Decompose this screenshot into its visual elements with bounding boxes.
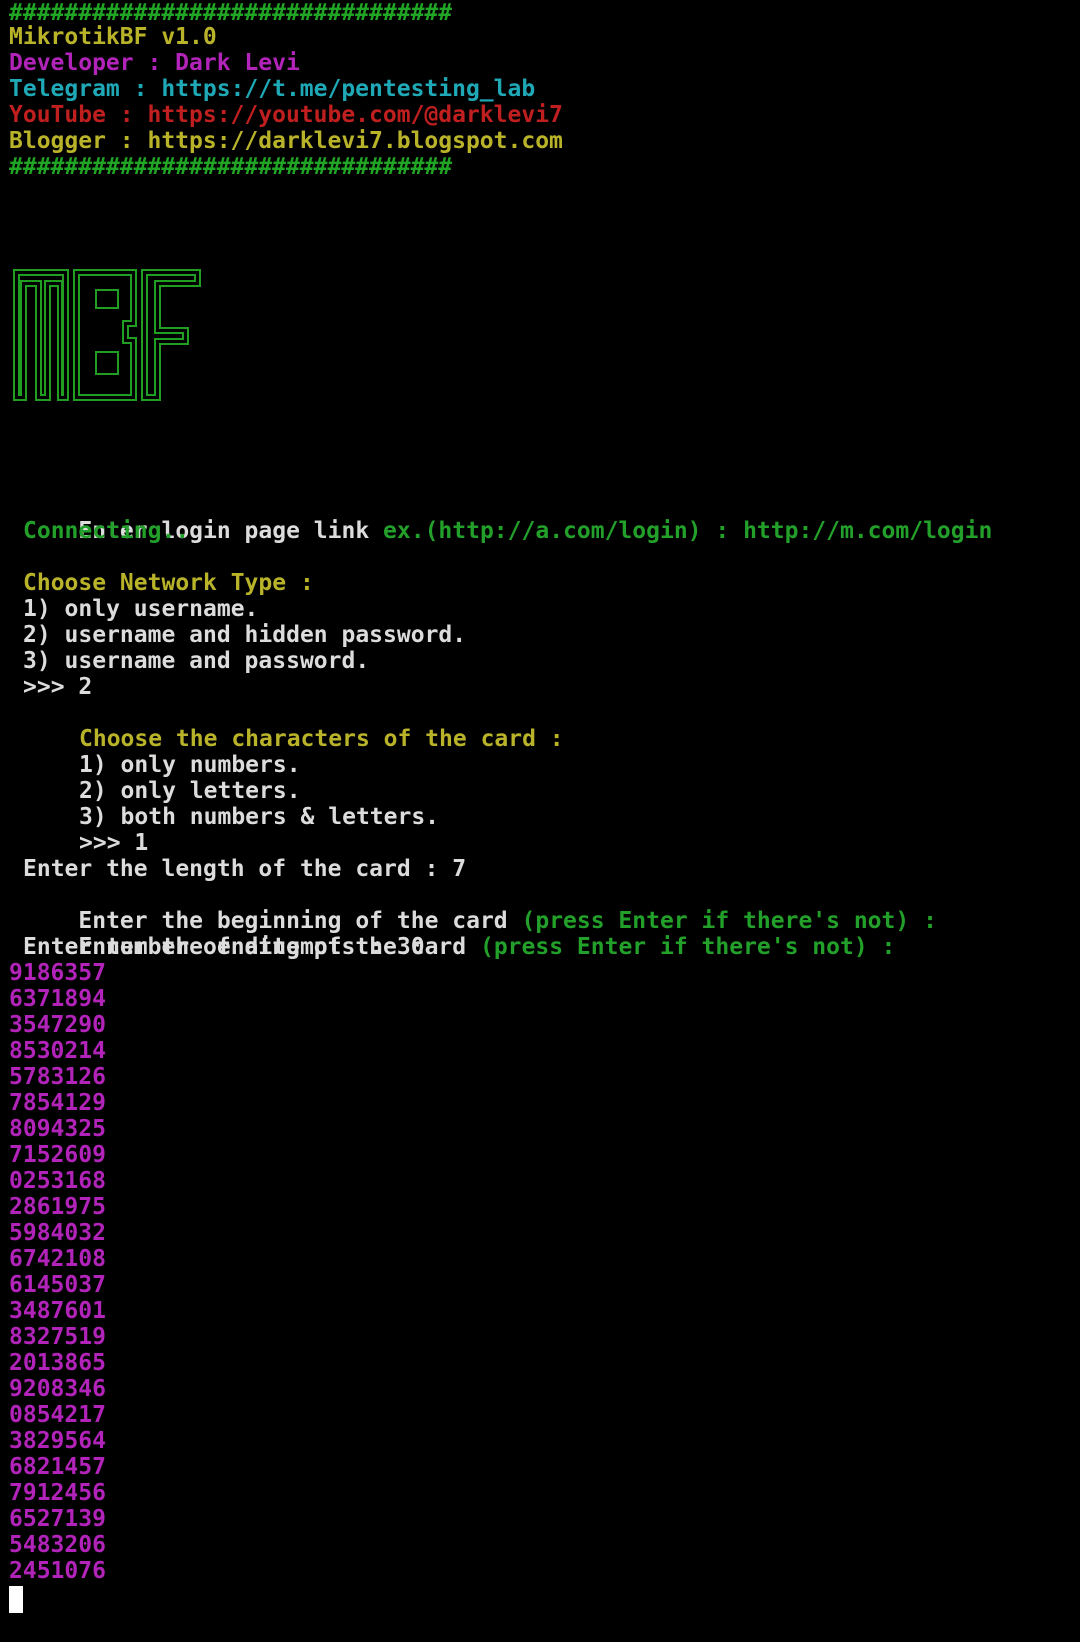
code-line: 5483206: [9, 1532, 106, 1558]
network-option-1: 1) only username.: [23, 596, 259, 622]
charset-option-1: 1) only numbers.: [79, 752, 301, 778]
code-line: 8327519: [9, 1324, 106, 1350]
code-line: 6371894: [9, 986, 106, 1012]
code-line: 3829564: [9, 1428, 106, 1454]
code-line: 2861975: [9, 1194, 106, 1220]
mbf-logo: [13, 269, 201, 401]
code-line: 5984032: [9, 1220, 106, 1246]
code-line: 3547290: [9, 1012, 106, 1038]
terminal-window[interactable]: ################################ Mikroti…: [0, 0, 1080, 1642]
code-line: 9208346: [9, 1376, 106, 1402]
code-line: 9186357: [9, 960, 106, 986]
network-answer[interactable]: >>> 2: [23, 674, 92, 700]
connecting-status: Connecting..: [23, 518, 190, 544]
charset-option-3: 3) both numbers & letters.: [79, 804, 440, 830]
banner-hash-bottom: ################################: [9, 154, 453, 180]
code-line: 6527139: [9, 1506, 106, 1532]
code-line: 7152609: [9, 1142, 106, 1168]
terminal-cursor[interactable]: [9, 1586, 23, 1613]
code-line: 8530214: [9, 1038, 106, 1064]
network-option-2: 2) username and hidden password.: [23, 622, 467, 648]
login-example: ex.(http://a.com/login) :: [383, 518, 744, 544]
charset-answer[interactable]: >>> 1: [79, 830, 148, 856]
banner-title: MikrotikBF v1.0: [9, 24, 217, 50]
code-line: 6821457: [9, 1454, 106, 1480]
banner-developer: Developer : Dark Levi: [9, 50, 300, 76]
login-prompt-line: Enter login page link ex.(http://a.com/l…: [23, 492, 992, 544]
banner-youtube: YouTube : https://youtube.com/@darklevi7: [9, 102, 563, 128]
code-line: 2451076: [9, 1558, 106, 1584]
code-line: 7912456: [9, 1480, 106, 1506]
attempts-line[interactable]: Enter number of attempts : 30: [23, 934, 425, 960]
code-line: 7854129: [9, 1090, 106, 1116]
code-line: 5783126: [9, 1064, 106, 1090]
charset-option-2: 2) only letters.: [79, 778, 301, 804]
card-ending-line[interactable]: Enter the ending of the card (press Ente…: [23, 908, 895, 960]
card-ending-hint: (press Enter if there's not) :: [479, 934, 896, 960]
code-line: 3487601: [9, 1298, 106, 1324]
banner-telegram: Telegram : https://t.me/pentesting_lab: [9, 76, 536, 102]
code-line: 8094325: [9, 1116, 106, 1142]
login-input-value[interactable]: http://m.com/login: [743, 518, 992, 544]
banner-blogger: Blogger : https://darklevi7.blogspot.com: [9, 128, 563, 154]
code-line: 6742108: [9, 1246, 106, 1272]
charset-header: Choose the characters of the card :: [79, 726, 564, 752]
code-line: 0253168: [9, 1168, 106, 1194]
network-type-header: Choose Network Type :: [23, 570, 314, 596]
code-line: 2013865: [9, 1350, 106, 1376]
network-option-3: 3) username and password.: [23, 648, 370, 674]
banner-hash-top: ################################: [9, 0, 453, 26]
card-length-line[interactable]: Enter the length of the card : 7: [23, 856, 466, 882]
card-beginning-line[interactable]: Enter the beginning of the card (press E…: [23, 882, 937, 934]
code-line: 6145037: [9, 1272, 106, 1298]
code-line: 0854217: [9, 1402, 106, 1428]
